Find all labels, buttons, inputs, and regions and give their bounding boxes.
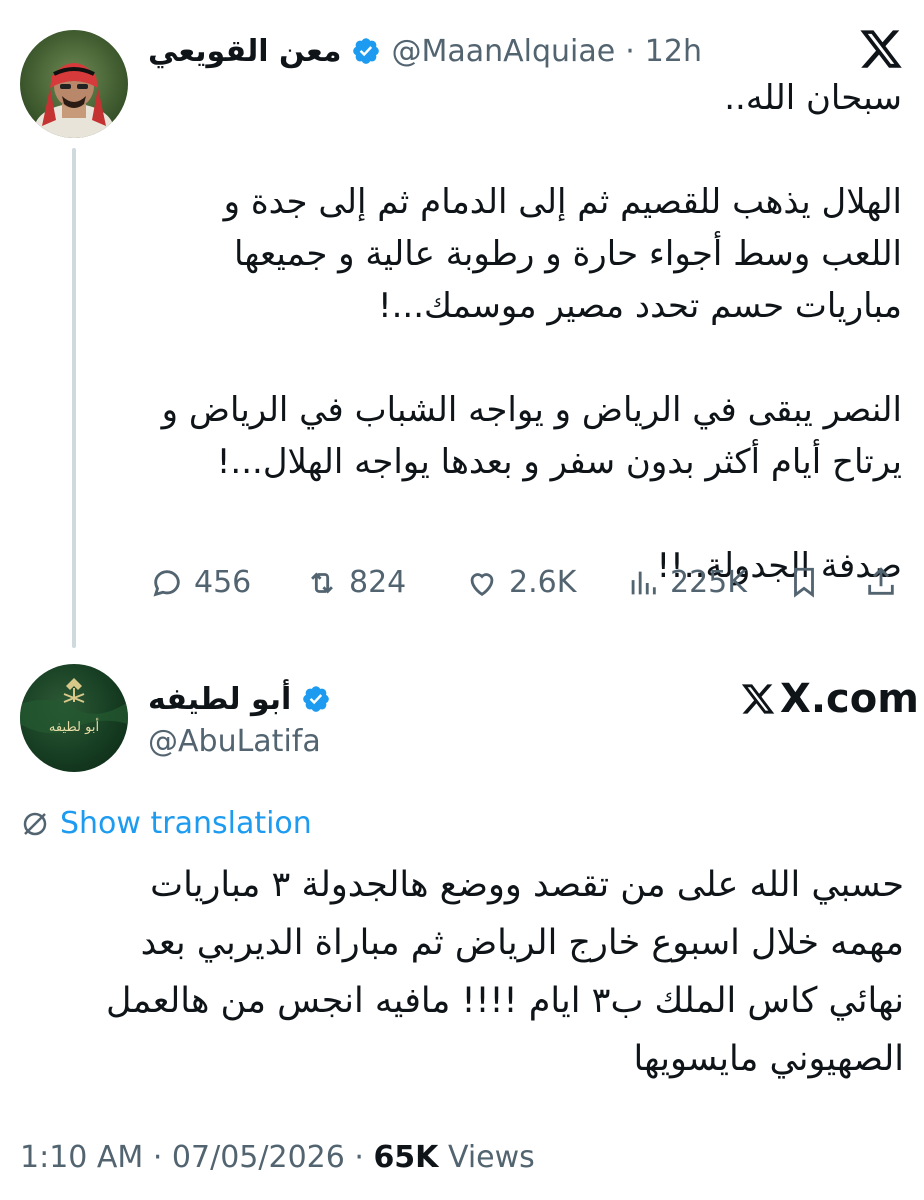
reply-button[interactable]: 456 bbox=[150, 565, 251, 600]
avatar[interactable]: أبو لطيفه bbox=[20, 664, 128, 772]
share-icon bbox=[868, 567, 894, 595]
reply-count: 456 bbox=[194, 565, 252, 600]
timestamp[interactable]: 1:10 AM · 07/05/2026 · bbox=[20, 1140, 373, 1175]
tweet2-body: حسبي الله على من تقصد ووضع هالجدولة ٣ مب… bbox=[106, 865, 904, 1079]
like-count: 2.6K bbox=[509, 565, 577, 600]
display-name[interactable]: معن القويعي bbox=[148, 34, 341, 69]
thread-line bbox=[72, 148, 76, 648]
tweet1-body: سبحان الله.. الهلال يذهب للقصيم ثم إلى ا… bbox=[161, 78, 902, 586]
like-button[interactable]: 2.6K bbox=[465, 565, 576, 600]
views-button[interactable]: 225K bbox=[626, 565, 747, 600]
avatar[interactable] bbox=[20, 30, 128, 138]
share-button[interactable] bbox=[864, 565, 898, 599]
globe-slash-icon bbox=[23, 812, 47, 835]
views-icon bbox=[631, 571, 656, 594]
separator: · bbox=[625, 33, 635, 69]
avatar-calligraphy: أبو لطيفه bbox=[48, 720, 100, 735]
bookmark-icon bbox=[794, 567, 814, 598]
show-translation-link[interactable]: Show translation bbox=[20, 806, 312, 841]
verified-icon bbox=[351, 36, 381, 66]
like-icon bbox=[470, 572, 494, 596]
verified-icon bbox=[301, 684, 331, 714]
repost-icon bbox=[311, 571, 333, 594]
bookmark-button[interactable] bbox=[787, 565, 821, 599]
x-logo-icon[interactable] bbox=[858, 26, 904, 72]
views-label: Views bbox=[438, 1140, 535, 1175]
views-count: 65K bbox=[373, 1140, 439, 1175]
reply-icon bbox=[153, 569, 180, 596]
tweet-meta: 1:10 AM · 07/05/2026 · 65K Views bbox=[20, 1140, 535, 1175]
x-logo-icon bbox=[741, 684, 775, 714]
x-com-watermark: X.com bbox=[740, 676, 919, 722]
tweet1-header: معن القويعي @MaanAlquiae · 12h bbox=[148, 26, 702, 76]
handle[interactable]: @MaanAlquiae bbox=[391, 34, 615, 69]
timestamp[interactable]: 12h bbox=[645, 34, 702, 69]
tweet2-header: أبو لطيفه bbox=[148, 676, 331, 722]
show-translation-label[interactable]: Show translation bbox=[60, 806, 312, 841]
handle[interactable]: @AbuLatifa bbox=[148, 724, 321, 759]
repost-count: 824 bbox=[349, 565, 407, 600]
views-count: 225K bbox=[670, 565, 747, 600]
watermark-text: X.com bbox=[780, 676, 919, 722]
repost-button[interactable]: 824 bbox=[305, 565, 406, 600]
display-name[interactable]: أبو لطيفه bbox=[148, 682, 291, 717]
